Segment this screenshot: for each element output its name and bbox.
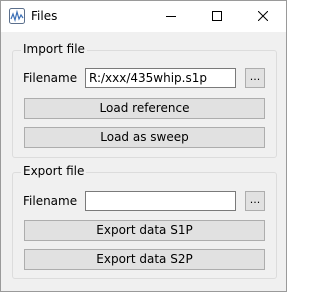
minimize-icon (166, 10, 176, 24)
minimize-button[interactable] (148, 1, 194, 32)
export-file-group: Export file Filename ... Export data S1P… (12, 164, 277, 279)
window-title: Files (31, 9, 58, 23)
export-filename-label: Filename (23, 194, 78, 208)
import-filename-input[interactable]: R:/xxx/435whip.s1p (85, 68, 236, 88)
export-browse-button[interactable]: ... (245, 191, 265, 211)
export-s2p-button[interactable]: Export data S2P (24, 249, 265, 270)
load-as-sweep-button[interactable]: Load as sweep (24, 127, 265, 148)
import-group-legend: Import file (21, 42, 87, 56)
export-group-legend: Export file (21, 164, 87, 178)
import-browse-button[interactable]: ... (245, 68, 265, 88)
import-filename-label: Filename (23, 71, 78, 85)
import-file-group: Import file Filename R:/xxx/435whip.s1p … (12, 42, 277, 158)
app-icon (9, 8, 25, 24)
maximize-icon (212, 10, 222, 24)
files-window: Files Import file Filename R:/xxx/435whi… (0, 0, 287, 292)
maximize-button[interactable] (194, 1, 240, 32)
export-filename-input[interactable] (85, 191, 236, 211)
close-icon (257, 10, 269, 24)
export-s1p-button[interactable]: Export data S1P (24, 220, 265, 241)
title-bar[interactable]: Files (1, 1, 286, 32)
load-reference-button[interactable]: Load reference (24, 98, 265, 119)
close-button[interactable] (240, 1, 286, 32)
